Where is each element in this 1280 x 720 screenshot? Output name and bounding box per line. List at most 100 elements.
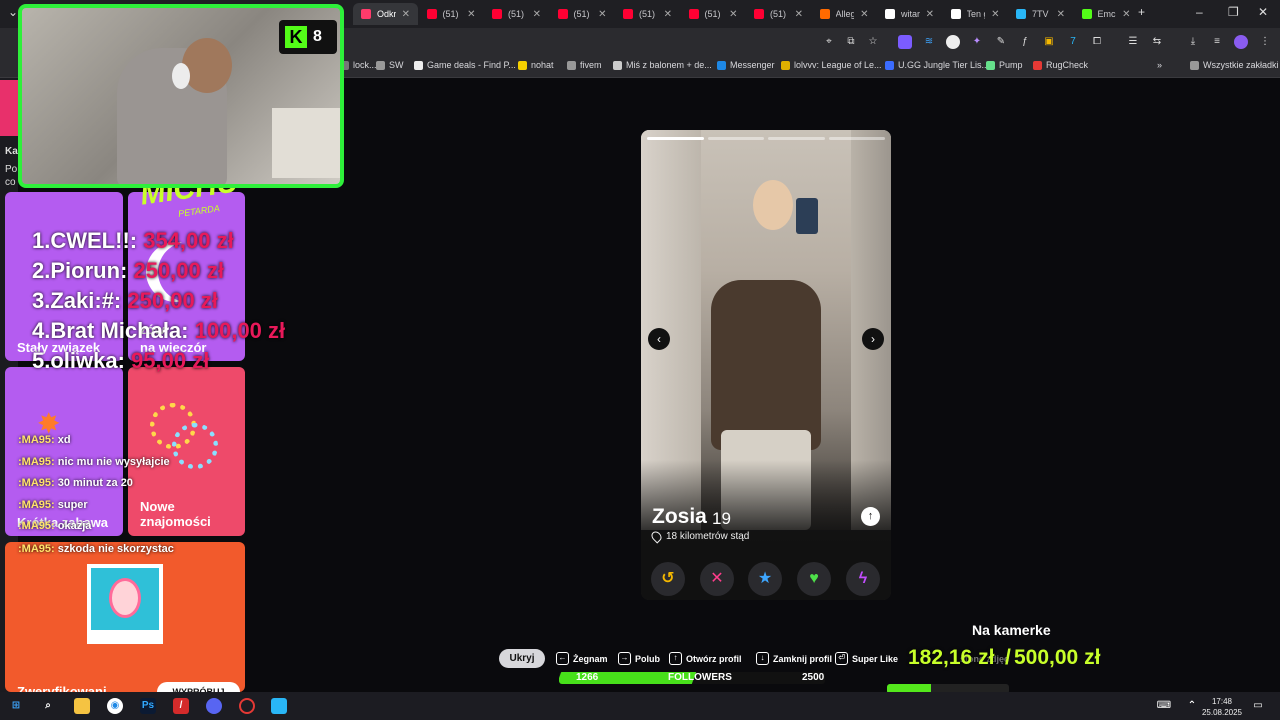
browser-tab[interactable]: Ten g ✕ xyxy=(943,3,1008,25)
tab-label: (51) xyxy=(639,9,656,19)
previous-photo-button[interactable]: ‹ xyxy=(648,328,670,350)
close-tab-icon[interactable]: ✕ xyxy=(467,9,475,20)
close-tab-icon[interactable]: ✕ xyxy=(598,9,606,20)
clock-time: 17:48 xyxy=(1211,697,1232,706)
extension-icon[interactable]: ✦ xyxy=(970,35,984,49)
boost-button[interactable]: ϟ xyxy=(846,562,880,596)
browser-menu-icon[interactable]: ⋮ xyxy=(1258,35,1272,49)
search-icon[interactable]: ⌕ xyxy=(40,698,56,714)
location-icon[interactable]: ⌖ xyxy=(822,35,836,49)
close-tab-icon[interactable]: ✕ xyxy=(926,9,934,20)
profile-card[interactable]: ‹ › Zosia 19 18 kilometrów stąd ↑ ↺ ✕ ★ ♥ ϟ xyxy=(641,130,891,600)
close-tab-icon[interactable]: ✕ xyxy=(402,9,410,20)
extension-icon[interactable]: ƒ xyxy=(1018,35,1032,49)
bookmarks-overflow-icon[interactable]: » xyxy=(1157,60,1162,70)
app-icon[interactable] xyxy=(271,698,287,714)
browser-tab[interactable]: (51) ✕ xyxy=(746,3,811,25)
nope-button[interactable]: ✕ xyxy=(700,562,734,596)
browser-tab[interactable]: Emc ✕ xyxy=(1074,3,1139,25)
taskbar-clock[interactable]: 17:48 25.08.2025 xyxy=(1202,696,1242,718)
next-photo-button[interactable]: › xyxy=(862,328,884,350)
close-window-icon[interactable]: ✕ xyxy=(1258,5,1268,19)
install-app-icon[interactable]: ⧉ xyxy=(844,35,858,49)
maximize-icon[interactable]: ❐ xyxy=(1228,5,1239,19)
extension-icon[interactable]: ✎ xyxy=(994,35,1008,49)
app-icon[interactable]: / xyxy=(173,698,189,714)
browser-tab[interactable]: (51) ✕ xyxy=(681,3,746,25)
bookmark-item[interactable]: Wszystkie zakładki xyxy=(1190,60,1279,70)
extension-icon[interactable]: ≋ xyxy=(922,35,936,49)
keyboard-hint: ← Żegnam xyxy=(556,652,608,665)
browser-tab[interactable]: witar ✕ xyxy=(877,3,942,25)
close-tab-icon[interactable]: ✕ xyxy=(795,9,803,20)
chat-user: :MA95: xyxy=(18,499,55,511)
bookmark-item[interactable]: fivem xyxy=(567,60,602,70)
open-profile-button[interactable]: ↑ xyxy=(861,507,880,526)
browser-tab[interactable]: (51) ✕ xyxy=(550,3,615,25)
bookmark-item[interactable]: lock... xyxy=(340,60,377,70)
bookmark-item[interactable]: Miś z balonem + de... xyxy=(613,60,712,70)
tab-label: (51) xyxy=(442,9,459,19)
translate-icon[interactable]: ⇆ xyxy=(1150,35,1164,49)
extension-icon[interactable] xyxy=(946,35,960,49)
close-tab-icon[interactable]: ✕ xyxy=(1057,9,1065,20)
bookmark-item[interactable]: RugCheck xyxy=(1033,60,1088,70)
tab-label: 7TV xyxy=(1032,9,1049,19)
close-tab-icon[interactable]: ✕ xyxy=(991,9,999,20)
super-like-button[interactable]: ★ xyxy=(748,562,782,596)
extension-icon[interactable]: ▣ xyxy=(1042,35,1056,49)
hint-label: Otwórz profil xyxy=(686,653,742,664)
bookmark-item[interactable]: nohat xyxy=(518,60,554,70)
donor-row: 4.Brat Michała: 100,00 zł xyxy=(32,318,285,344)
tile-zweryfikowani[interactable]: Zweryfikowani xyxy=(5,542,245,692)
like-button[interactable]: ♥ xyxy=(797,562,831,596)
browser-tab[interactable]: Odkr ✕ xyxy=(353,3,418,25)
extension-icon[interactable]: 7 xyxy=(1066,35,1080,49)
tab-favicon-icon xyxy=(492,9,502,19)
bookmark-star-icon[interactable]: ☆ xyxy=(866,35,880,49)
keyboard-hint: ⏎ Super Like xyxy=(835,652,898,665)
bookmark-item[interactable]: SW xyxy=(376,60,404,70)
new-tab-button[interactable]: + xyxy=(1138,5,1145,19)
close-tab-icon[interactable]: ✕ xyxy=(533,9,541,20)
browser-tab[interactable]: Alleg ✕ xyxy=(812,3,877,25)
tab-groups-icon[interactable]: ☰ xyxy=(1126,35,1140,49)
minimize-icon[interactable]: – xyxy=(1196,5,1203,19)
file-explorer-icon[interactable] xyxy=(74,698,90,714)
discord-icon[interactable] xyxy=(206,698,222,714)
tray-expand-icon[interactable]: ⌃ xyxy=(1184,698,1200,714)
bookmark-item[interactable]: Pump xyxy=(986,60,1023,70)
browser-tab[interactable]: (51) ✕ xyxy=(615,3,680,25)
extensions-puzzle-icon[interactable]: ⧠ xyxy=(1090,35,1104,49)
clock-date: 25.08.2025 xyxy=(1201,708,1242,717)
tab-favicon-icon xyxy=(361,9,371,19)
close-tab-icon[interactable]: ✕ xyxy=(729,9,737,20)
bookmark-item[interactable]: lolvvv: League of Le... xyxy=(781,60,882,70)
windows-start-icon[interactable]: ⊞ xyxy=(8,698,24,714)
browser-tab[interactable]: (51) ✕ xyxy=(484,3,549,25)
hide-hints-button[interactable]: Ukryj xyxy=(499,649,545,668)
bookmark-item[interactable]: Game deals - Find P... xyxy=(414,60,516,70)
app-icon[interactable] xyxy=(239,698,255,714)
media-icon[interactable]: ≡ xyxy=(1210,35,1224,49)
rewind-button[interactable]: ↺ xyxy=(651,562,685,596)
browser-tab[interactable]: 7TV ✕ xyxy=(1008,3,1073,25)
bookmark-item[interactable]: Messenger xyxy=(717,60,775,70)
chrome-icon[interactable]: ◉ xyxy=(107,698,123,714)
profile-avatar[interactable] xyxy=(1234,35,1248,49)
tab-search-icon[interactable]: ⌄ xyxy=(8,5,18,19)
tile-nowe-znajomosci[interactable]: Nowe znajomości xyxy=(128,367,245,536)
download-icon[interactable]: ⤓ xyxy=(1186,35,1200,49)
keyboard-icon[interactable]: ⌨ xyxy=(1156,698,1172,714)
close-tab-icon[interactable]: ✕ xyxy=(664,9,672,20)
extension-icon[interactable] xyxy=(898,35,912,49)
close-tab-icon[interactable]: ✕ xyxy=(860,9,868,20)
notifications-icon[interactable]: ▭ xyxy=(1250,698,1266,714)
kick-logo-icon: K xyxy=(285,26,307,48)
bookmark-item[interactable]: U.GG Jungle Tier Lis... xyxy=(885,60,989,70)
browser-tab[interactable]: (51) ✕ xyxy=(419,3,484,25)
bracelet-icon xyxy=(172,423,218,469)
verified-photo-frame xyxy=(87,564,163,644)
close-tab-icon[interactable]: ✕ xyxy=(1122,9,1130,20)
photoshop-icon[interactable]: Ps xyxy=(140,698,156,714)
